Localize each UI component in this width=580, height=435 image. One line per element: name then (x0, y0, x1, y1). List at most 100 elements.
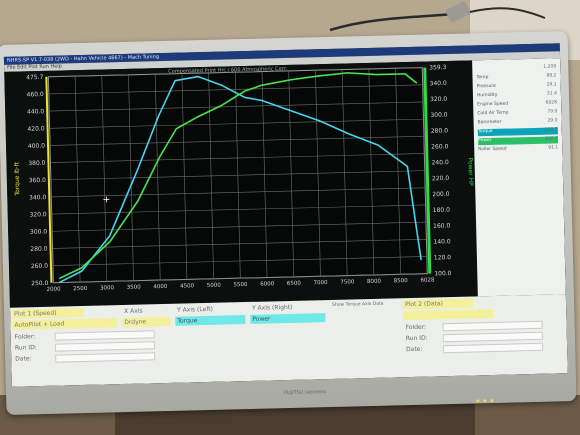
right-tick-label: 140.0 (433, 238, 451, 245)
x-axis-select[interactable]: AutoPilot + Load (12, 318, 118, 330)
left-tick-label: 320.0 (29, 211, 47, 218)
side-readout-label: Cold Air Temp (477, 110, 509, 117)
folder-field-2[interactable] (442, 320, 543, 332)
side-readout-row: Power 290.2 (477, 136, 559, 146)
right-tick-label: 180.0 (433, 207, 451, 214)
date-field-2[interactable] (443, 342, 544, 354)
y-axis-left-label: Y Axis (Left) (177, 305, 214, 314)
right-tick-label: 120.0 (434, 254, 452, 261)
run-id-label-2: Run ID: (405, 334, 428, 343)
side-readout-label: Roller Speed (478, 146, 507, 153)
run-id-label: Run ID: (14, 344, 37, 352)
x-tick-label: 4500 (180, 283, 195, 289)
monitor-leds (476, 387, 497, 407)
right-tick-label: 200.0 (432, 191, 450, 198)
y-right-select[interactable]: Power (250, 313, 326, 324)
side-readout-label: Torque (477, 128, 493, 135)
left-tick-label: 280.0 (30, 246, 48, 253)
x-axis-label: X Axis (124, 307, 143, 316)
x-tick-label: 5500 (233, 282, 248, 288)
plot2-label[interactable]: Plot 2 (Data) (402, 298, 474, 310)
dyno-chart-area: 475.7 460.0 440.0 420.0 400.0 380.0 360.0 340.0… (4, 58, 566, 308)
side-readout-value: 252.3 (544, 127, 558, 133)
left-tick-label: 460.0 (27, 91, 45, 98)
side-readout-label: Power (477, 137, 492, 144)
folder-label: Folder: (14, 333, 36, 341)
x-tick-label: 8000 (367, 279, 382, 285)
side-readout-label: Temp (476, 75, 489, 81)
side-readout-label: Engine Speed (477, 101, 509, 108)
x-tick-label: 3500 (127, 285, 142, 291)
side-readout-row: Humidity 31.4 (477, 91, 557, 100)
control-panel: Plot 1 (Speed) X Axis Y Axis (Left) Y Ax… (9, 294, 568, 387)
side-readout-row: Temp 88.2 (476, 73, 556, 82)
y-left-select[interactable]: Torque (175, 315, 246, 326)
show-axis-label: Show Torque Axis Data (331, 301, 384, 308)
side-readout-value: 29.0 (547, 118, 558, 124)
left-tick-label: 300.0 (30, 228, 48, 235)
right-tick-label: 359.3 (429, 64, 447, 71)
side-readout-row: 1.209 (476, 64, 556, 73)
date-label-2: Date: (406, 345, 423, 354)
side-readout-row: Torque 252.3 (477, 127, 558, 137)
right-tick-label: 320.0 (430, 96, 448, 103)
right-tick-label: 280.0 (431, 127, 449, 134)
side-readout-label: Pressure (476, 83, 497, 90)
monitor-brand-logo: FUJITSU siemens (284, 389, 326, 397)
side-readout-label: Barometer (477, 119, 502, 126)
y-axis-right-label: Y Axis (Right) (251, 303, 293, 312)
x-tick-label: 8500 (394, 278, 409, 284)
monitor-screen: NHRS-SP V1.7-038 (2WD - Hahn Vehicle 466… (3, 43, 568, 387)
x-tick-label: 2000 (46, 287, 61, 293)
x-tick-label: 2500 (73, 286, 88, 292)
plot1-label[interactable]: Plot 1 (Speed) (12, 307, 85, 319)
side-readout-row: Cold Air Temp 79.0 (477, 109, 557, 118)
right-tick-label: 220.0 (432, 175, 450, 182)
side-readout-label: Humidity (476, 92, 498, 99)
left-tick-label: 400.0 (28, 143, 46, 150)
x-tick-label: 7500 (340, 279, 355, 285)
monitor-bezel: NHRS-SP V1.7-038 (2WD - Hahn Vehicle 466… (0, 31, 577, 415)
x-tick-label: 6500 (287, 281, 302, 287)
x-tick-label: 7000 (314, 280, 329, 286)
side-readout-value: 1.209 (543, 64, 557, 70)
folder-field[interactable] (54, 330, 155, 341)
x-tick-label: 6028 (420, 277, 435, 283)
side-readout-row: Barometer 29.0 (478, 118, 558, 127)
right-tick-label: 340.0 (430, 80, 448, 87)
left-tick-label: 260.0 (31, 263, 49, 270)
side-readout-value: 31.4 (546, 91, 557, 97)
side-readout-row: Pressure 29.1 (477, 82, 557, 91)
folder-label-2: Folder: (405, 323, 427, 332)
plot2-select[interactable] (403, 308, 494, 321)
x-unit-select[interactable]: Drdyne (122, 316, 171, 328)
right-tick-label: 300.0 (430, 112, 448, 119)
dyno-chart: 475.7 460.0 440.0 420.0 400.0 380.0 360.0 340.0… (13, 64, 474, 293)
date-field[interactable] (55, 352, 156, 363)
left-tick-label: 340.0 (29, 194, 47, 201)
date-label: Date: (15, 355, 32, 363)
right-tick-label: 240.0 (431, 159, 449, 166)
x-tick-label: 4000 (153, 284, 168, 290)
side-readout-row: Engine Speed 6028 (477, 100, 557, 109)
side-readout-value: 79.0 (547, 109, 558, 115)
side-readout-panel: 1.209 Temp 88.2 Pressure 29.1 Humidity 31.4 Eng… (472, 58, 566, 297)
left-tick-label: 380.0 (28, 160, 46, 167)
x-tick-label: 6000 (260, 281, 275, 287)
run-id-field[interactable] (54, 341, 156, 352)
right-tick-label: 160.0 (433, 222, 451, 229)
run-id-field-2[interactable] (442, 331, 543, 343)
x-tick-label: 3000 (100, 285, 115, 291)
y-axis-left-title: Torque lb·ft (13, 161, 21, 196)
side-readout-value: 91.1 (548, 145, 559, 151)
x-tick-label: 5000 (207, 283, 222, 289)
side-readout-value: 290.2 (545, 136, 559, 142)
side-readout-row: Roller Speed 91.1 (478, 145, 558, 154)
side-readout-value: 88.2 (546, 73, 557, 79)
y-axis-right-title: Power HP (466, 157, 474, 186)
right-tick-label: 100.0 (434, 270, 452, 277)
left-tick-label: 360.0 (29, 177, 47, 184)
left-tick-label: 475.7 (26, 74, 44, 81)
right-tick-label: 260.0 (431, 143, 449, 150)
left-tick-label: 440.0 (27, 108, 45, 115)
